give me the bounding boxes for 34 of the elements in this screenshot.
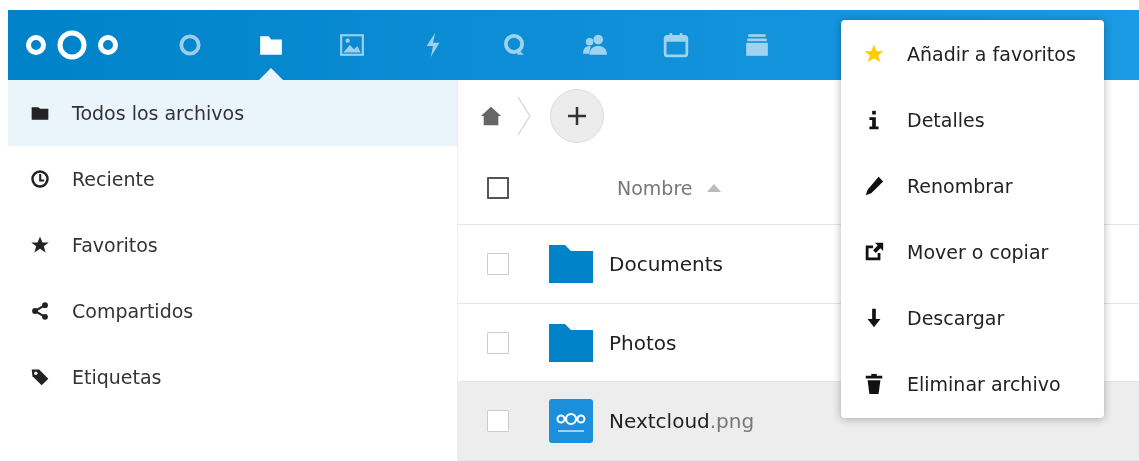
tag-icon: [30, 367, 50, 387]
image-icon[interactable]: [338, 32, 365, 58]
trash-icon: [863, 373, 885, 395]
share-icon: [30, 301, 50, 321]
row-checkbox[interactable]: [487, 252, 509, 275]
plus-icon: [567, 106, 587, 126]
external-link-icon: [863, 241, 885, 263]
folder-icon: [549, 244, 593, 283]
star-icon: [863, 43, 885, 65]
sidebar-item[interactable]: Todos los archivos: [8, 80, 457, 146]
breadcrumb-chevron-icon: [516, 96, 532, 136]
star-icon: [30, 235, 50, 255]
clock-icon: [30, 169, 50, 189]
menu-item[interactable]: Añadir a favoritos: [841, 21, 1104, 87]
circle-icon[interactable]: [176, 32, 203, 58]
stack-icon[interactable]: [743, 32, 770, 58]
people-icon[interactable]: [581, 32, 608, 58]
menu-item[interactable]: Renombrar: [841, 153, 1104, 219]
logo-icon[interactable]: [25, 30, 119, 60]
home-icon[interactable]: [480, 105, 502, 127]
row-checkbox[interactable]: [487, 331, 509, 354]
pencil-icon: [863, 175, 885, 197]
menu-item[interactable]: Detalles: [841, 87, 1104, 153]
new-button[interactable]: [550, 89, 604, 143]
sort-caret-icon[interactable]: [706, 184, 721, 192]
folder-icon: [549, 323, 593, 362]
file-name[interactable]: Nextcloud.png: [609, 409, 755, 434]
select-all-checkbox[interactable]: [487, 177, 509, 199]
file-name[interactable]: Documents: [609, 251, 724, 276]
column-header[interactable]: Nombre: [617, 177, 693, 199]
row-checkbox[interactable]: [487, 410, 509, 433]
file-name[interactable]: Photos: [609, 330, 677, 355]
calendar-icon[interactable]: [662, 32, 689, 58]
image-thumbnail-icon: [549, 399, 593, 444]
